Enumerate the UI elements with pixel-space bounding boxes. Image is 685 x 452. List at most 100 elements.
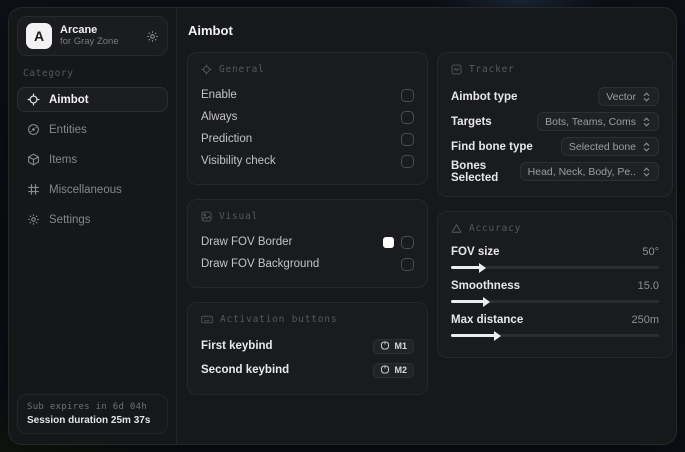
keyboard-icon [201,314,213,325]
app-logo: A [26,23,52,49]
setting-row: Visibility check [201,150,414,172]
sidebar-item-entities[interactable]: Entities [17,117,168,142]
setting-row: First keybind M1 [201,334,414,358]
card-title: Visual [219,211,259,222]
unfold-icon [642,91,651,102]
main-content: Aimbot General Enable Always Prediction … [177,8,676,444]
select-value: Bots, Teams, Coms [545,115,636,128]
gear-icon[interactable] [146,30,159,43]
app-subtitle: for Gray Zone [60,35,119,47]
fov-size-slider[interactable] [451,262,659,273]
general-card: General Enable Always Prediction Visibil… [187,52,428,185]
sidebar-item-settings[interactable]: Settings [17,207,168,232]
prediction-checkbox[interactable] [401,132,414,146]
triangle-icon [451,223,462,234]
draw-fov-border-checkbox[interactable] [401,235,414,249]
sub-expires-text: Sub expires in 6d 04h [27,402,148,412]
visibility-check-checkbox[interactable] [401,154,414,168]
slider-label: Max distance [451,314,524,326]
setting-row: Draw FOV Background [201,253,414,275]
setting-row: Second keybind M2 [201,358,414,382]
select-value: Vector [606,90,636,103]
sidebar-item-label: Settings [49,213,91,226]
unfold-icon [642,141,651,152]
image-icon [201,211,212,222]
cheat-menu-window: A Arcane for Gray Zone Category Aimbot E… [8,7,677,445]
sidebar-item-items[interactable]: Items [17,147,168,172]
keybind-value: M1 [394,341,407,351]
tracker-card: Tracker Aimbot type Vector Targets Bots,… [437,52,673,197]
page-title: Aimbot [188,23,233,38]
unfold-icon [642,166,651,177]
session-duration-text: Session duration 25m 37s [27,415,151,426]
logo-letter: A [33,28,45,44]
second-keybind-button[interactable]: M2 [373,362,414,378]
slider-value: 250m [631,314,659,326]
sidebar-item-miscellaneous[interactable]: Miscellaneous [17,177,168,202]
enable-checkbox[interactable] [401,88,414,102]
crosshair-icon [201,64,212,75]
radar-icon [27,123,40,136]
setting-row: Targets Bots, Teams, Coms [451,109,659,134]
fov-border-color-swatch[interactable] [383,236,394,248]
setting-row: Draw FOV Border [201,231,414,253]
setting-label: Aimbot type [451,90,518,103]
smoothness-slider[interactable] [451,296,659,307]
sidebar-item-label: Entities [49,123,87,136]
slider-value: 50° [642,246,659,258]
select-value: Head, Neck, Body, Pe.. [527,165,636,178]
sidebar: A Arcane for Gray Zone Category Aimbot E… [9,8,177,444]
draw-fov-background-checkbox[interactable] [401,257,414,271]
bones-selected-select[interactable]: Head, Neck, Body, Pe.. [519,162,659,181]
card-title: Tracker [469,64,515,75]
sidebar-item-label: Items [49,153,78,166]
slider-value: 15.0 [637,280,659,292]
mouse-icon [380,340,390,352]
setting-row: Bones Selected Head, Neck, Body, Pe.. [451,159,659,184]
setting-label: Second keybind [201,364,290,376]
targets-select[interactable]: Bots, Teams, Coms [537,112,659,131]
setting-label: Targets [451,115,492,128]
setting-label: Always [201,111,238,123]
slider-group: Max distance 250m [451,311,659,341]
unfold-icon [642,116,651,127]
aimbot-type-select[interactable]: Vector [598,87,659,106]
subscription-info-card: Sub expires in 6d 04h Session duration 2… [17,394,168,434]
slider-thumb[interactable] [493,330,501,341]
setting-row: Find bone type Selected bone [451,134,659,159]
setting-label: First keybind [201,340,273,352]
slider-group: FOV size 50° [451,243,659,273]
box-icon [27,153,40,166]
always-checkbox[interactable] [401,110,414,124]
setting-row: Prediction [201,128,414,150]
visual-card: Visual Draw FOV Border Draw FOV Backgrou… [187,199,428,288]
sidebar-item-label: Miscellaneous [49,183,122,196]
misc-grid-icon [27,183,40,196]
slider-group: Smoothness 15.0 [451,277,659,307]
setting-row: Enable [201,84,414,106]
first-keybind-button[interactable]: M1 [373,338,414,354]
activity-icon [451,64,462,75]
slider-thumb[interactable] [483,296,491,307]
slider-label: Smoothness [451,280,521,292]
slider-thumb[interactable] [479,262,487,273]
crosshair-icon [27,93,40,106]
setting-row: Always [201,106,414,128]
card-title: Activation buttons [220,314,338,325]
setting-label: Prediction [201,133,253,145]
sidebar-item-label: Aimbot [49,93,89,106]
category-label: Category [23,68,74,79]
card-title: General [219,64,265,75]
setting-label: Bones Selected [451,159,499,184]
category-nav: Aimbot Entities Items Miscellaneous Sett… [17,87,168,232]
setting-label: Draw FOV Background [201,258,320,270]
find-bone-type-select[interactable]: Selected bone [560,137,659,156]
max-distance-slider[interactable] [451,330,659,341]
accuracy-card: Accuracy FOV size 50° Smoothness 15.0 Ma… [437,211,673,358]
setting-row: Aimbot type Vector [451,84,659,109]
select-value: Selected bone [568,140,636,153]
card-title: Accuracy [469,223,522,234]
activation-buttons-card: Activation buttons First keybind M1 Seco… [187,302,428,395]
setting-label: Find bone type [451,140,533,153]
sidebar-item-aimbot[interactable]: Aimbot [17,87,168,112]
